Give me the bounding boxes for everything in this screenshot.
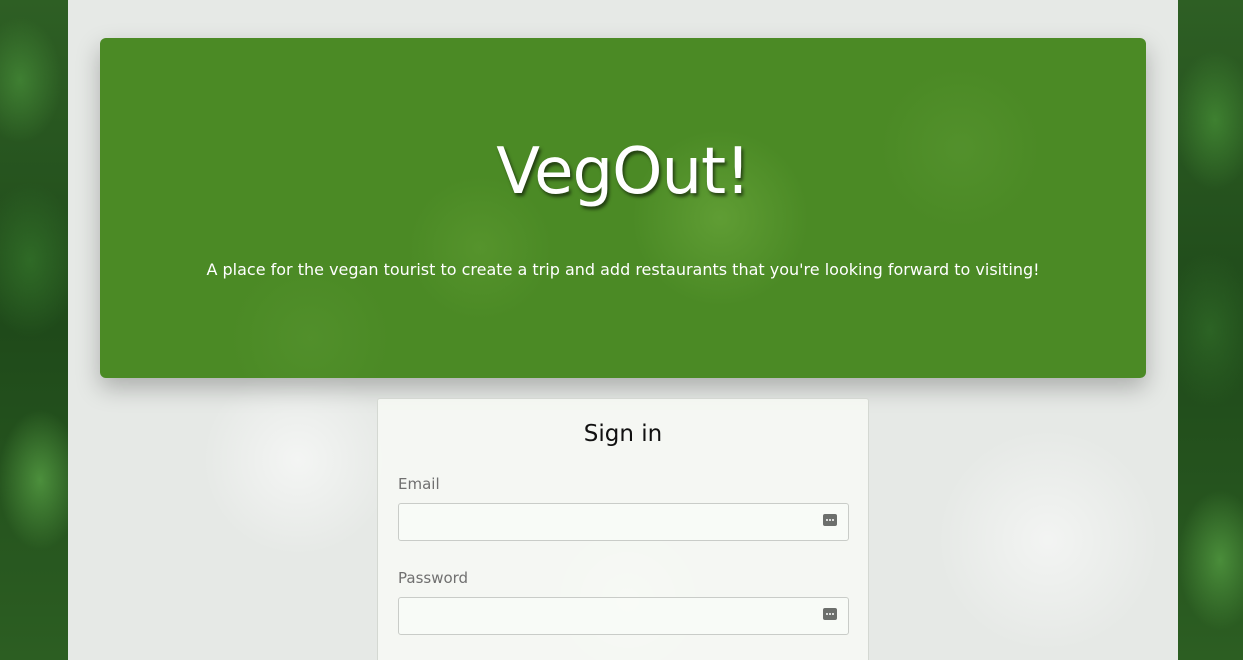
autofill-key-icon[interactable] — [823, 514, 837, 526]
hero-banner: VegOut! A place for the vegan tourist to… — [100, 38, 1146, 378]
email-field[interactable] — [398, 503, 849, 541]
password-label: Password — [398, 569, 469, 587]
app-title: VegOut! — [496, 135, 751, 209]
app-tagline: A place for the vegan tourist to create … — [206, 260, 1040, 279]
password-field[interactable] — [398, 597, 849, 635]
page-body: { "hero": { "title": "VegOut!", "tagline… — [0, 0, 1243, 660]
autofill-key-icon[interactable] — [823, 608, 837, 620]
signin-card: Sign in Email Password — [377, 398, 869, 660]
email-label: Email — [398, 475, 440, 493]
signin-heading: Sign in — [583, 421, 663, 447]
